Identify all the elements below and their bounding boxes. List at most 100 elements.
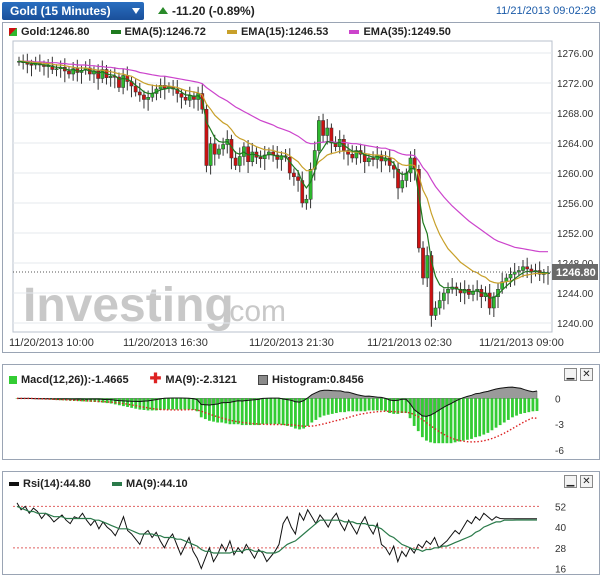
macd-bar [240, 398, 244, 426]
y-tick-label: 1268.00 [557, 109, 594, 120]
last-price-label: 1246.80 [556, 267, 596, 279]
macd-bar [122, 398, 125, 407]
candle-body [183, 97, 188, 101]
candle-body [250, 151, 255, 162]
candle-body [29, 64, 34, 66]
macd-bar [126, 398, 129, 407]
candle-body [296, 176, 300, 181]
macd-bar [244, 398, 248, 426]
candle-body [425, 255, 430, 279]
candle-body [208, 143, 213, 166]
macd-bar [375, 398, 379, 411]
macd-bar [179, 398, 183, 410]
macd-bar [535, 398, 539, 412]
macd-bar [470, 398, 473, 439]
macd-bar [212, 398, 215, 422]
macd-bar [289, 398, 293, 427]
x-tick-label: 11/20/2013 16:30 [123, 337, 208, 349]
candle-body [133, 85, 138, 93]
macd-bar [429, 398, 432, 443]
macd-bar [334, 398, 338, 414]
macd-bar [285, 398, 289, 426]
candle-body [492, 296, 496, 309]
price-change: -11.20 (-0.89%) [158, 4, 255, 18]
y-tick-label: 1260.00 [557, 169, 594, 180]
macd-bar [199, 398, 203, 418]
y-tick-label: 1240.00 [557, 319, 594, 330]
y-tick-label: 40 [555, 523, 567, 534]
macd-bar [347, 398, 351, 412]
macd-bar [138, 398, 142, 410]
chevron-down-icon [132, 8, 140, 14]
macd-bar [343, 398, 346, 413]
macd-bar [371, 398, 375, 411]
macd-bar [465, 398, 469, 440]
rsi-ma-line [16, 505, 537, 554]
price-change-value: -11.20 (-0.89%) [172, 4, 255, 18]
y-tick-label: 1272.00 [557, 79, 594, 90]
x-tick-label: 11/20/2013 10:00 [9, 337, 94, 349]
candle-body [108, 76, 113, 78]
y-tick-label: -3 [555, 420, 564, 431]
macd-bar [163, 398, 166, 410]
macd-bar [384, 398, 387, 412]
macd-panel: Macd(12,26)):-1.4665 ✚ MA(9):-2.3121 Hist… [2, 364, 600, 460]
candle-body [217, 148, 221, 155]
candle-body [317, 120, 321, 151]
macd-bar [183, 398, 187, 410]
instrument-selector[interactable]: Gold (15 Minutes) [2, 2, 144, 20]
candle-body [487, 292, 492, 309]
macd-bar [273, 398, 277, 425]
macd-bar [203, 398, 207, 420]
y-tick-label: 52 [555, 502, 567, 513]
macd-bar [408, 398, 412, 419]
macd-bar [351, 398, 355, 412]
macd-bar [171, 398, 174, 410]
candle-body [350, 154, 355, 159]
chart-header: Gold (15 Minutes) -11.20 (-0.89%) 11/21/… [0, 0, 602, 22]
candle-body [433, 307, 438, 316]
macd-bar [208, 398, 211, 421]
candle-body [121, 75, 125, 88]
macd-bar [359, 398, 363, 412]
x-tick-label: 11/20/2013 21:30 [249, 337, 334, 349]
candle-body [54, 68, 59, 70]
macd-bar [306, 398, 310, 426]
macd-bar [453, 398, 457, 443]
arrow-up-icon [158, 7, 168, 14]
macd-bar [175, 398, 179, 410]
macd-bar [298, 398, 301, 430]
macd-chart[interactable]: 0 -3 -6 [3, 365, 599, 459]
rsi-chart[interactable]: 52 40 28 16 [3, 472, 599, 574]
y-tick-label: 1256.00 [557, 199, 594, 210]
candle-body [371, 157, 375, 160]
macd-bar [400, 398, 404, 414]
macd-bar [216, 398, 220, 423]
candle-body [367, 157, 371, 162]
macd-bar [261, 398, 265, 425]
macd-bar [363, 398, 367, 412]
y-tick-label: -6 [555, 446, 564, 457]
macd-bar [117, 398, 121, 406]
macd-bar [531, 398, 535, 412]
price-chart[interactable]: Investing.com1276.001272.001268.001264.0… [3, 23, 599, 352]
macd-bar [142, 398, 146, 410]
macd-bar [330, 398, 334, 414]
candle-body [212, 143, 217, 155]
candle-body [233, 157, 238, 166]
y-tick-label: 1244.00 [557, 289, 594, 300]
macd-bar [281, 398, 285, 426]
macd-bar [367, 398, 371, 411]
macd-bar [457, 398, 461, 442]
candle-body [258, 157, 263, 159]
candle-body [446, 289, 450, 294]
timestamp: 11/21/2013 09:02:28 [495, 5, 596, 17]
x-tick-label: 11/21/2013 02:30 [367, 337, 452, 349]
macd-bar [294, 398, 297, 429]
candle-body [400, 180, 405, 189]
macd-bar [498, 398, 502, 426]
macd-bar [113, 398, 117, 405]
macd-bar [474, 398, 477, 438]
macd-bar [130, 398, 134, 408]
macd-bar [253, 398, 256, 426]
